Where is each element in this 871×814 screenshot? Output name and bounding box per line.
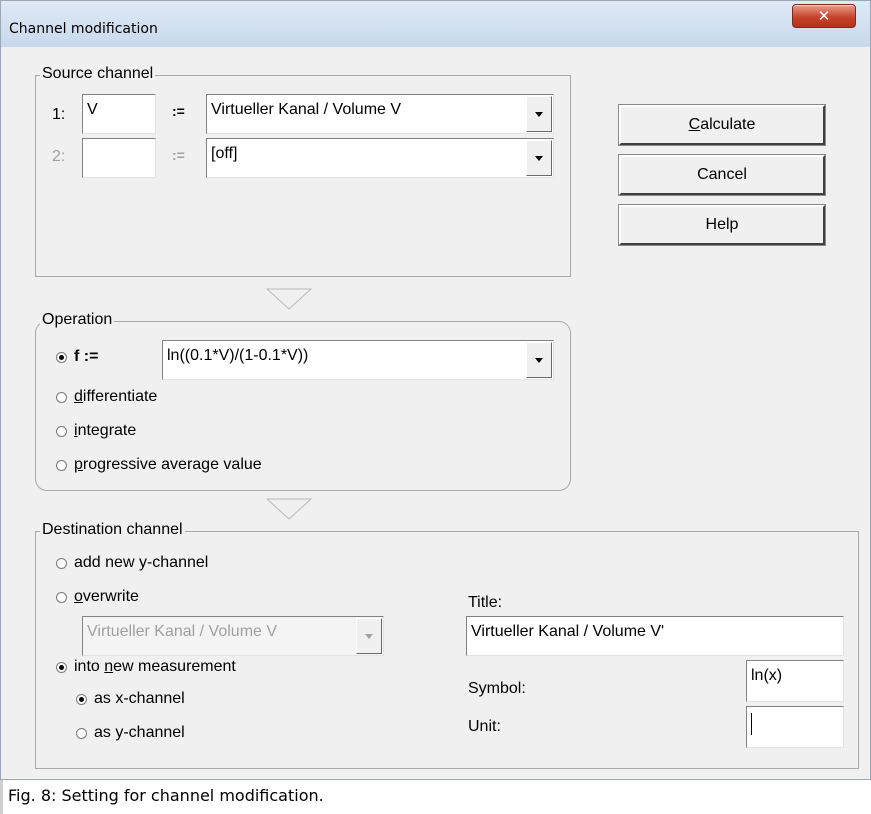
unit-input[interactable] xyxy=(746,706,844,748)
title-bar[interactable]: Channel modification ✕ xyxy=(1,1,870,47)
progressive-average-label[interactable]: progressive average value xyxy=(74,456,262,474)
operation-label: Operation xyxy=(40,311,115,329)
differentiate-label[interactable]: differentiate xyxy=(74,388,157,406)
formula-value: ln((0.1*V)/(1-0.1*V)) xyxy=(167,347,309,364)
differentiate-radio[interactable] xyxy=(56,392,67,403)
overwrite-channel-select[interactable]: Virtueller Kanal / Volume V xyxy=(82,616,384,656)
as-ychannel-label[interactable]: as y-channel xyxy=(94,724,185,742)
figure-caption: Fig. 8: Setting for channel modification… xyxy=(8,786,324,805)
row1-assign: := xyxy=(172,103,185,119)
dropdown-arrow-icon[interactable] xyxy=(526,96,552,132)
title-input[interactable]: Virtueller Kanal / Volume V' xyxy=(466,616,844,656)
source1-channel-select[interactable]: Virtueller Kanal / Volume V xyxy=(206,94,554,134)
integrate-radio[interactable] xyxy=(56,426,67,437)
formula-select[interactable]: ln((0.1*V)/(1-0.1*V)) xyxy=(162,340,554,380)
calculate-button[interactable]: Calculate xyxy=(618,104,826,146)
source2-channel-value: [off] xyxy=(211,145,238,162)
overwrite-label[interactable]: overwrite xyxy=(74,588,139,606)
help-button[interactable]: Help xyxy=(618,204,826,246)
symbol-input[interactable]: ln(x) xyxy=(746,660,844,702)
source-channel-label: Source channel xyxy=(40,65,156,83)
unit-field-label: Unit: xyxy=(468,718,501,735)
title-field-label: Title: xyxy=(468,594,503,611)
formula-radio[interactable] xyxy=(56,352,67,363)
dropdown-arrow-icon[interactable] xyxy=(526,342,552,378)
into-new-measurement-label[interactable]: into new measurement xyxy=(74,658,236,676)
dropdown-arrow-icon[interactable] xyxy=(356,618,382,654)
destination-channel-group: Destination channel add new y-channel ov… xyxy=(35,521,859,769)
add-new-ychannel-label[interactable]: add new y-channel xyxy=(74,554,208,572)
operation-group: Operation f := ln((0.1*V)/(1-0.1*V)) dif… xyxy=(35,311,571,491)
as-ychannel-radio[interactable] xyxy=(76,728,87,739)
row1-number: 1: xyxy=(52,106,66,123)
add-new-ychannel-radio[interactable] xyxy=(56,558,67,569)
overwrite-radio[interactable] xyxy=(56,592,67,603)
close-button[interactable]: ✕ xyxy=(792,4,856,28)
source1-variable-input[interactable]: V xyxy=(82,94,156,134)
as-xchannel-label[interactable]: as x-channel xyxy=(94,690,185,708)
into-new-measurement-radio[interactable] xyxy=(56,662,67,673)
symbol-field-label: Symbol: xyxy=(468,680,526,697)
row2-assign: := xyxy=(172,147,185,163)
cancel-button[interactable]: Cancel xyxy=(618,154,826,196)
caption-bar xyxy=(0,780,3,814)
formula-label: f := xyxy=(74,348,99,365)
dropdown-arrow-icon[interactable] xyxy=(526,140,552,176)
source2-channel-select[interactable]: [off] xyxy=(206,138,554,178)
flow-arrow-icon xyxy=(265,288,313,310)
source-channel-group: Source channel 1: V := Virtueller Kanal … xyxy=(35,65,571,277)
as-xchannel-radio[interactable] xyxy=(76,694,87,705)
source1-channel-value: Virtueller Kanal / Volume V xyxy=(211,101,402,118)
destination-channel-label: Destination channel xyxy=(40,521,185,539)
window-title: Channel modification xyxy=(9,21,158,37)
dialog-body: Source channel 1: V := Virtueller Kanal … xyxy=(9,47,863,773)
close-icon: ✕ xyxy=(817,8,831,25)
text-cursor xyxy=(751,713,752,735)
progressive-average-radio[interactable] xyxy=(56,460,67,471)
dialog-window: Channel modification ✕ Source channel 1:… xyxy=(0,0,871,780)
row2-number: 2: xyxy=(52,148,66,165)
source2-variable-input[interactable] xyxy=(82,138,156,178)
overwrite-channel-value: Virtueller Kanal / Volume V xyxy=(87,623,278,640)
flow-arrow-icon xyxy=(265,498,313,520)
integrate-label[interactable]: integrate xyxy=(74,422,136,440)
